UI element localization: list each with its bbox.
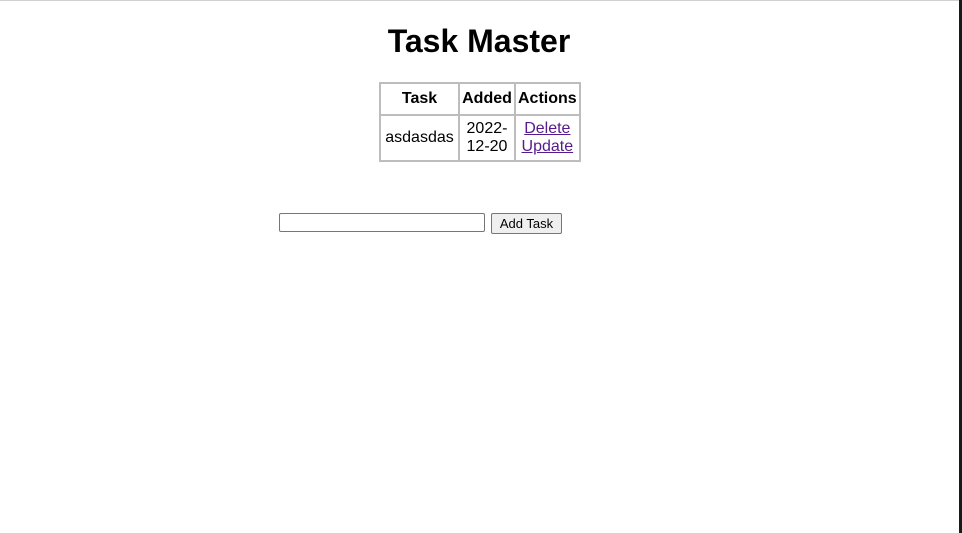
table-header-row: Task Added Actions [380,83,580,115]
table-row: asdasdas 2022- 12-20 Delete Update [380,115,580,161]
add-task-button[interactable]: Add Task [491,213,562,234]
task-cell: asdasdas [380,115,459,161]
task-input[interactable] [279,213,485,232]
added-cell: 2022- 12-20 [459,115,515,161]
task-table: Task Added Actions asdasdas 2022- 12-20 … [379,82,581,162]
column-header-task: Task [380,83,459,115]
delete-link[interactable]: Delete [518,120,577,138]
update-link[interactable]: Update [518,138,577,156]
page-title: Task Master [387,23,571,59]
column-header-added: Added [459,83,515,115]
actions-cell: Delete Update [515,115,580,161]
added-date-part1: 2022- [466,120,508,137]
added-date-part2: 12-20 [466,138,508,155]
column-header-actions: Actions [515,83,580,115]
top-border [0,0,962,1]
